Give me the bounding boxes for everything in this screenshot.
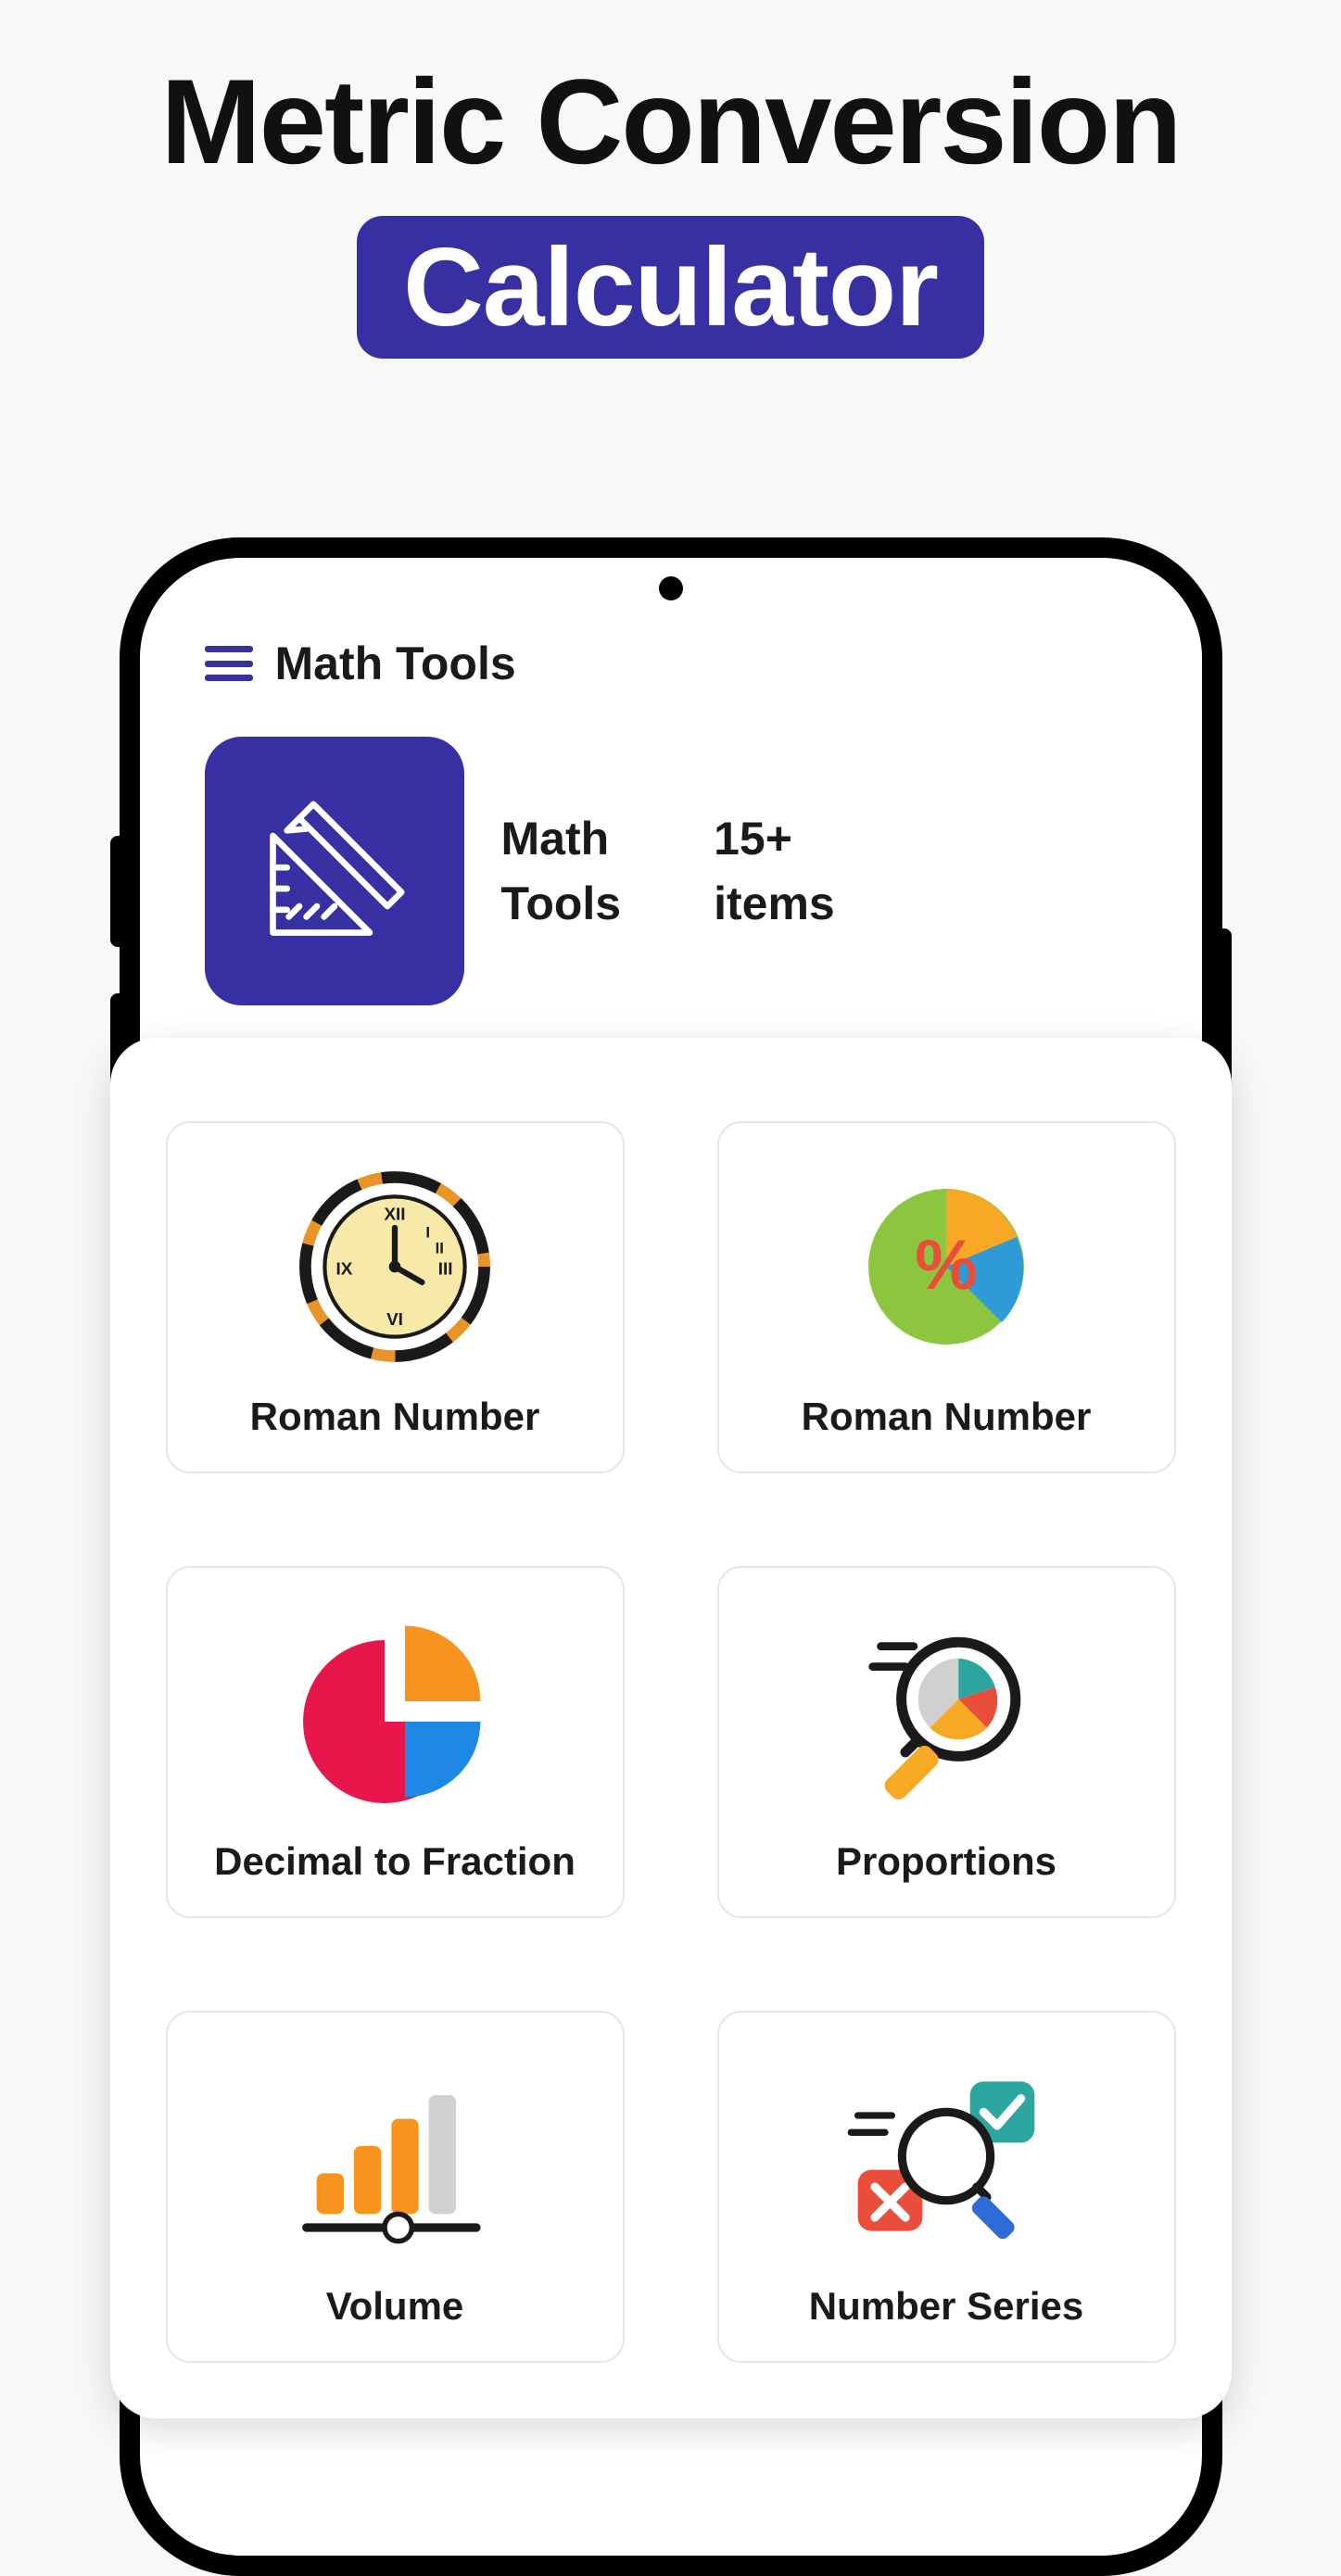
- tool-card-volume[interactable]: Volume: [166, 2011, 625, 2363]
- svg-text:VI: VI: [386, 1310, 403, 1330]
- promo-header: Metric Conversion Calculator: [0, 0, 1341, 359]
- category-info: Math Tools 15+ items: [501, 806, 835, 936]
- tool-label: Volume: [326, 2284, 464, 2329]
- tool-label: Number Series: [809, 2284, 1083, 2329]
- svg-text:XII: XII: [384, 1206, 405, 1225]
- promo-title: Metric Conversion: [0, 56, 1341, 188]
- tool-grid: XII III VI IX I II Roman Number: [166, 1121, 1176, 2363]
- percent-pie-icon: %: [844, 1165, 1048, 1369]
- tool-label: Decimal to Fraction: [214, 1839, 576, 1884]
- tool-card-number-series[interactable]: Number Series: [717, 2011, 1176, 2363]
- tool-card-roman-number-2[interactable]: % Roman Number: [717, 1121, 1176, 1473]
- category-count: 15+ items: [714, 806, 835, 936]
- check-cross-magnify-icon: [844, 2054, 1048, 2258]
- ruler-triangle-icon: [205, 737, 464, 1005]
- tool-label: Roman Number: [802, 1395, 1092, 1439]
- tool-card-roman-number[interactable]: XII III VI IX I II Roman Number: [166, 1121, 625, 1473]
- svg-text:III: III: [438, 1259, 453, 1279]
- tool-label: Proportions: [836, 1839, 1056, 1884]
- promo-badge: Calculator: [357, 216, 984, 359]
- svg-text:I: I: [425, 1224, 430, 1242]
- svg-text:II: II: [436, 1239, 444, 1256]
- svg-text:IX: IX: [335, 1259, 352, 1279]
- phone-side-button: [110, 836, 127, 947]
- pie-chart-icon: [293, 1610, 497, 1813]
- hamburger-menu-icon[interactable]: [205, 646, 253, 681]
- category-banner: Math Tools 15+ items: [140, 709, 1202, 1042]
- roman-clock-icon: XII III VI IX I II: [293, 1165, 497, 1369]
- category-name: Math Tools: [501, 806, 622, 936]
- tool-label: Roman Number: [250, 1395, 540, 1439]
- tool-card-proportions[interactable]: Proportions: [717, 1566, 1176, 1918]
- magnify-chart-icon: [844, 1610, 1048, 1813]
- volume-bars-icon: [293, 2054, 497, 2258]
- app-title: Math Tools: [275, 637, 516, 690]
- phone-camera-notch: [659, 576, 683, 600]
- tool-card-decimal-fraction[interactable]: Decimal to Fraction: [166, 1566, 625, 1918]
- tools-sheet: XII III VI IX I II Roman Number: [110, 1038, 1232, 2418]
- svg-text:%: %: [915, 1226, 978, 1305]
